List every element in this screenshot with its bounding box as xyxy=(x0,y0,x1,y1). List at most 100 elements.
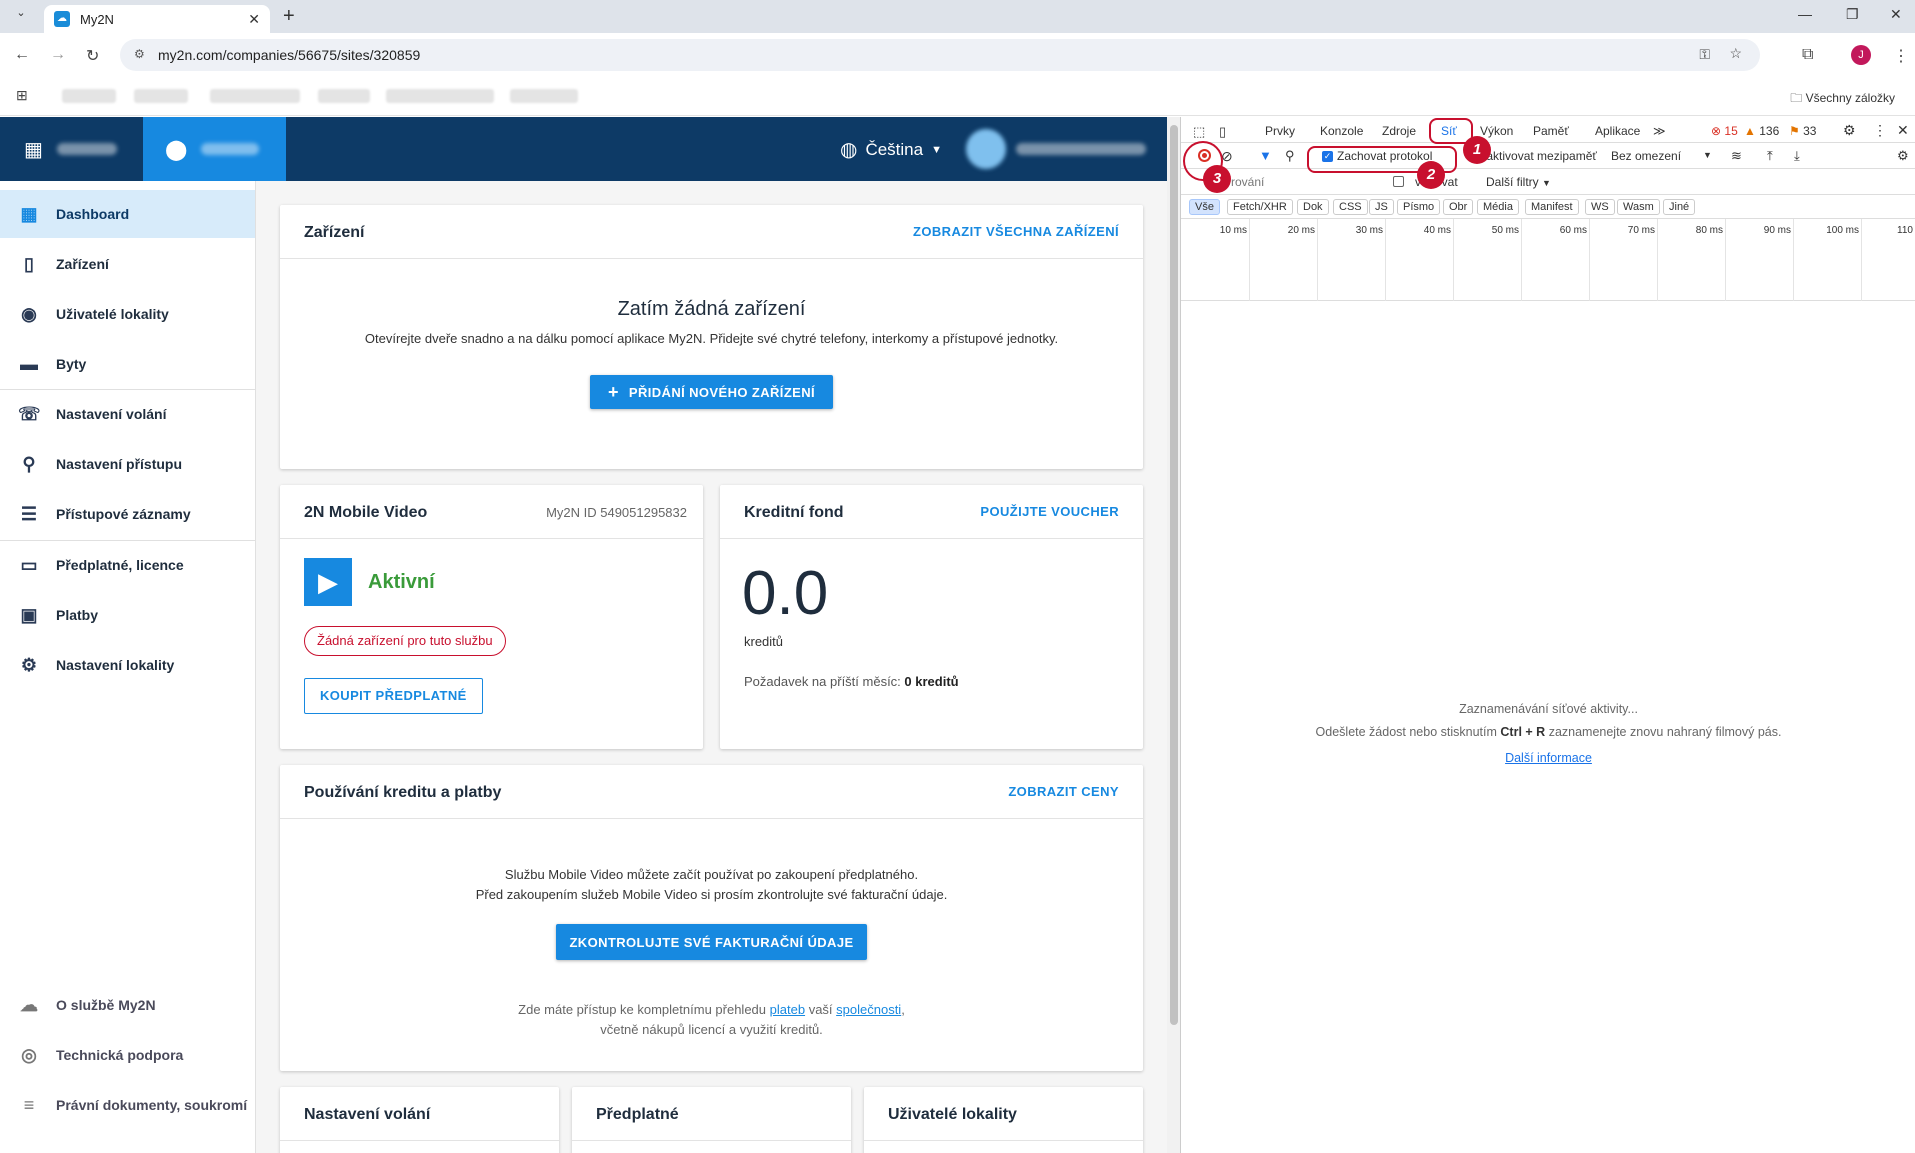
check-billing-button[interactable]: ZKONTROLUJTE SVÉ FAKTURAČNÍ ÚDAJE xyxy=(556,924,867,960)
show-prices-link[interactable]: ZOBRAZIT CENY xyxy=(1008,784,1119,799)
error-count[interactable]: ⊗ 15 xyxy=(1711,124,1738,138)
close-window-icon[interactable]: ✕ xyxy=(1890,6,1902,23)
main-content: Zařízení ZOBRAZIT VŠECHNA ZAŘÍZENÍ Zatím… xyxy=(256,181,1167,1153)
filter-icon[interactable]: ▼ xyxy=(1259,148,1272,163)
tab-sources[interactable]: Zdroje xyxy=(1382,124,1416,138)
address-bar[interactable]: ⚙ my2n.com/companies/56675/sites/320859 … xyxy=(120,39,1760,71)
type-other[interactable]: Jiné xyxy=(1663,199,1696,215)
more-tabs-icon[interactable]: ≫ xyxy=(1653,124,1666,138)
sidebar-item-access-logs[interactable]: ☰ Přístupové záznamy xyxy=(0,490,255,538)
type-css[interactable]: CSS xyxy=(1333,199,1368,215)
site-settings-icon[interactable]: ⚙ xyxy=(134,47,145,61)
network-settings-icon[interactable]: ⚙ xyxy=(1897,148,1909,164)
tab-performance[interactable]: Výkon xyxy=(1480,124,1513,138)
forward-icon[interactable]: → xyxy=(50,46,66,64)
blurred-bookmark[interactable] xyxy=(134,89,188,103)
blurred-bookmark[interactable] xyxy=(62,89,116,103)
type-js[interactable]: JS xyxy=(1369,199,1394,215)
type-fetch-xhr[interactable]: Fetch/XHR xyxy=(1227,199,1293,215)
tab-console[interactable]: Konzole xyxy=(1320,124,1363,138)
settings-gear-icon[interactable]: ⚙ xyxy=(1843,122,1856,139)
warning-count[interactable]: ▲ 136 xyxy=(1744,124,1779,138)
import-har-icon[interactable]: ⤒ xyxy=(1767,148,1773,164)
type-wasm[interactable]: Wasm xyxy=(1617,199,1660,215)
sidebar-item-access-settings[interactable]: ⚲ Nastavení přístupu xyxy=(0,440,255,488)
credit-unit: kreditů xyxy=(744,634,784,649)
buy-subscription-button[interactable]: KOUPIT PŘEDPLATNÉ xyxy=(304,678,483,714)
blurred-bookmark[interactable] xyxy=(510,89,578,103)
type-font[interactable]: Písmo xyxy=(1397,199,1441,215)
annotation-badge-1: 1 xyxy=(1463,136,1491,164)
network-conditions-icon[interactable]: ≋ xyxy=(1731,148,1742,164)
sidebar-item-site-settings[interactable]: ⚙ Nastavení lokality xyxy=(0,641,255,689)
restore-icon[interactable]: ❐ xyxy=(1846,6,1859,23)
gear-icon: ⚙ xyxy=(20,655,38,675)
all-bookmarks[interactable]: 🗀 Všechny záložky xyxy=(1790,89,1895,110)
browser-tab[interactable]: ☁ My2N ✕ xyxy=(44,5,270,33)
phone-settings-icon: ☏ xyxy=(18,404,41,424)
sidebar-item-subscriptions[interactable]: ▭ Předplatné, licence xyxy=(0,541,255,589)
show-all-devices-link[interactable]: ZOBRAZIT VŠECHNA ZAŘÍZENÍ xyxy=(913,224,1119,239)
star-icon[interactable]: ☆ xyxy=(1729,45,1742,62)
key-icon[interactable]: ⚿ xyxy=(1699,46,1710,63)
sidebar-item-site-users[interactable]: ◉ Uživatelé lokality xyxy=(0,290,255,338)
new-tab-icon[interactable]: + xyxy=(283,5,295,28)
inspect-icon[interactable]: ⬚ xyxy=(1193,124,1205,140)
apps-grid-icon[interactable]: ⊞ xyxy=(16,87,28,104)
list-icon: ☰ xyxy=(20,504,38,524)
tab-application[interactable]: Aplikace xyxy=(1595,124,1640,138)
more-info-link[interactable]: Další informace xyxy=(1505,751,1592,765)
issues-count[interactable]: ⚑ 33 xyxy=(1789,124,1816,138)
scrollbar-thumb[interactable] xyxy=(1170,125,1178,1025)
sidebar-item-support[interactable]: ◎ Technická podpora xyxy=(0,1031,255,1079)
sidebar-item-legal[interactable]: ≡ Právní dokumenty, soukromí xyxy=(0,1081,255,1129)
back-icon[interactable]: ← xyxy=(14,46,30,64)
minimize-icon[interactable]: — xyxy=(1798,6,1812,22)
sidebar-item-devices[interactable]: ▯ Zařízení xyxy=(0,240,255,288)
sidebar-item-about[interactable]: ☁ O službě My2N xyxy=(0,981,255,1029)
type-img[interactable]: Obr xyxy=(1443,199,1474,215)
resource-type-filters: Vše Fetch/XHR Dok CSS JS Písmo Obr Média… xyxy=(1181,195,1915,219)
profile-avatar[interactable]: J xyxy=(1851,45,1871,65)
sidebar-item-call-settings[interactable]: ☏ Nastavení volání xyxy=(0,390,255,438)
site-selector[interactable]: ⬤ xyxy=(143,117,286,181)
export-har-icon[interactable]: ⤓ xyxy=(1794,148,1800,164)
subscription-card: Předplatné xyxy=(572,1087,851,1153)
company-link[interactable]: společnosti xyxy=(836,1002,901,1017)
tab-elements[interactable]: Prvky xyxy=(1265,124,1295,138)
user-menu[interactable] xyxy=(966,129,1146,169)
devtools-menu-icon[interactable]: ⋮ xyxy=(1873,122,1887,139)
more-filters-dropdown[interactable]: Další filtry ▼ xyxy=(1486,175,1551,189)
add-device-button[interactable]: + PŘIDÁNÍ NOVÉHO ZAŘÍZENÍ xyxy=(590,375,833,409)
throttle-select[interactable]: Bez omezení xyxy=(1611,149,1681,163)
blurred-bookmark[interactable] xyxy=(210,89,300,103)
extensions-icon[interactable]: ⧉ xyxy=(1802,46,1813,64)
tab-close-icon[interactable]: ✕ xyxy=(248,11,260,28)
tab-memory[interactable]: Paměť xyxy=(1533,124,1569,138)
reload-icon[interactable]: ↻ xyxy=(86,46,99,66)
type-manifest[interactable]: Manifest xyxy=(1525,199,1579,215)
close-devtools-icon[interactable]: ✕ xyxy=(1897,122,1909,139)
payments-link[interactable]: plateb xyxy=(770,1002,805,1017)
filter-input[interactable]: rování xyxy=(1231,175,1264,189)
type-ws[interactable]: WS xyxy=(1585,199,1615,215)
blurred-bookmark[interactable] xyxy=(318,89,370,103)
tab-list-chevron-icon[interactable]: ⌄ xyxy=(12,6,30,24)
menu-dots-icon[interactable]: ⋮ xyxy=(1893,46,1909,66)
invert-checkbox[interactable] xyxy=(1393,176,1404,187)
blurred-bookmark[interactable] xyxy=(386,89,494,103)
company-selector[interactable]: ▦ xyxy=(0,117,143,181)
type-media[interactable]: Média xyxy=(1477,199,1519,215)
type-doc[interactable]: Dok xyxy=(1297,199,1329,215)
type-all[interactable]: Vše xyxy=(1189,199,1220,215)
page-scrollbar[interactable] xyxy=(1167,117,1180,1153)
language-selector[interactable]: ◍ Čeština ▼ xyxy=(840,137,942,162)
sidebar-item-dashboard[interactable]: ▦ Dashboard xyxy=(0,190,255,238)
card-title: Zařízení xyxy=(304,224,365,241)
sidebar-item-payments[interactable]: ▣ Platby xyxy=(0,591,255,639)
card-header: Předplatné xyxy=(572,1087,851,1141)
device-toolbar-icon[interactable]: ▯ xyxy=(1219,124,1226,140)
use-voucher-link[interactable]: POUŽIJTE VOUCHER xyxy=(980,504,1119,519)
search-icon[interactable]: ⚲ xyxy=(1285,148,1295,164)
sidebar-item-apartments[interactable]: ▬ Byty xyxy=(0,340,255,388)
